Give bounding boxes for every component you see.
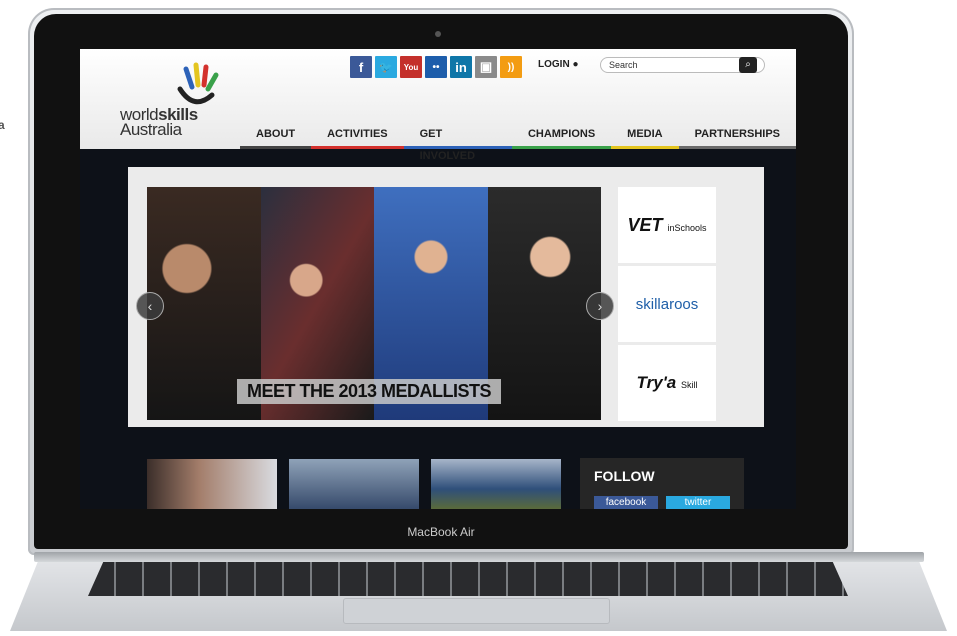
youtube-icon[interactable]: You: [400, 56, 422, 78]
search-icon[interactable]: ⌕: [739, 57, 757, 73]
partner-skillaroos[interactable]: skillaroos: [618, 266, 716, 342]
device-brand-label: MacBook Air: [407, 525, 475, 539]
keyboard: [88, 562, 848, 596]
edge-label: a: [0, 118, 5, 132]
vet-title: VET: [627, 214, 663, 235]
follow-facebook-button[interactable]: facebook: [594, 496, 658, 509]
website-screen: worldskills Australia f 🐦 You •• in ▣ ))…: [80, 49, 796, 509]
slider-prev-icon[interactable]: ‹: [136, 292, 164, 320]
nav-about[interactable]: ABOUT: [240, 123, 312, 149]
nav-media[interactable]: MEDIA: [611, 123, 679, 149]
logo-wordmark: worldskills Australia: [120, 106, 198, 139]
main-nav: ABOUT ACTIVITIES GET INVOLVED CHAMPIONS …: [240, 123, 796, 162]
partner-try-a-skill[interactable]: Try'a Skill: [618, 345, 716, 421]
laptop-hinge: [34, 552, 924, 562]
nav-activities[interactable]: ACTIVITIES: [311, 123, 404, 149]
linkedin-icon[interactable]: in: [450, 56, 472, 78]
news-thumb-1[interactable]: [147, 459, 277, 509]
photo-icon[interactable]: ▣: [475, 56, 497, 78]
follow-twitter-button[interactable]: twitter: [666, 496, 730, 509]
laptop-base: [0, 552, 957, 636]
follow-box: FOLLOW facebook twitter: [580, 458, 744, 509]
news-thumb-3[interactable]: [431, 459, 561, 509]
hand-logo-icon: [177, 62, 219, 105]
try-title: Try'a: [636, 373, 677, 392]
nav-partnerships[interactable]: PARTNERSHIPS: [678, 123, 796, 149]
twitter-icon[interactable]: 🐦: [375, 56, 397, 78]
partner-links: VET inSchools skillaroos Try'a Skill: [618, 187, 716, 424]
rss-icon[interactable]: )): [500, 56, 522, 78]
skillaroos-title: skillaroos: [635, 295, 699, 313]
news-thumb-2[interactable]: [289, 459, 419, 509]
trackpad: [343, 598, 610, 624]
camera-icon: [435, 31, 441, 37]
slider-next-icon[interactable]: ›: [586, 292, 614, 320]
news-thumbnails: [147, 459, 561, 509]
site-logo[interactable]: worldskills Australia: [120, 61, 220, 141]
site-header: worldskills Australia f 🐦 You •• in ▣ ))…: [80, 49, 796, 162]
logo-word-australia: Australia: [120, 120, 182, 139]
hero-photo-4: [487, 187, 601, 420]
vet-subtitle: inSchools: [667, 222, 707, 233]
nav-get-involved[interactable]: GET INVOLVED: [403, 123, 512, 162]
hero-caption[interactable]: MEET THE 2013 MEDALLISTS: [237, 379, 502, 404]
hero-slider[interactable]: MEET THE 2013 MEDALLISTS: [147, 187, 601, 420]
partner-vet-in-schools[interactable]: VET inSchools: [618, 187, 716, 263]
try-subtitle: Skill: [680, 380, 698, 390]
flickr-icon[interactable]: ••: [425, 56, 447, 78]
facebook-icon[interactable]: f: [350, 56, 372, 78]
social-links: f 🐦 You •• in ▣ )): [350, 56, 522, 78]
hero-stage: MEET THE 2013 MEDALLISTS ‹ › VET inSchoo…: [128, 167, 764, 427]
follow-title: FOLLOW: [594, 468, 655, 484]
login-link[interactable]: LOGIN ●: [538, 59, 578, 70]
nav-champions[interactable]: CHAMPIONS: [511, 123, 612, 149]
